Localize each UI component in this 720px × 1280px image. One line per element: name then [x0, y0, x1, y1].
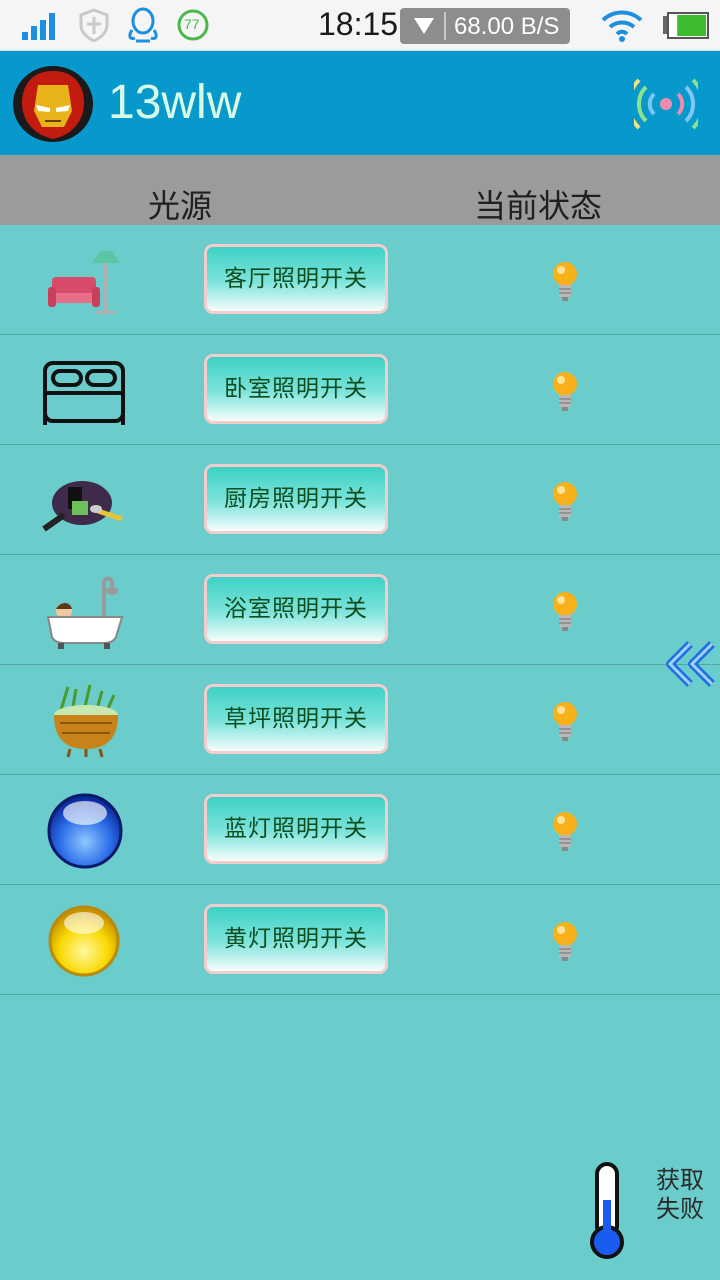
net-speed-value: 68.00 B/S — [454, 13, 560, 40]
bedroom-light-toggle-button[interactable]: 卧室照明开关 — [204, 354, 388, 424]
badge-count: 77 — [184, 16, 200, 32]
qq-icon — [128, 7, 158, 43]
temperature-status-line1: 获取 — [656, 1166, 704, 1194]
bulb-icon — [553, 592, 577, 631]
column-source-label: 光源 — [148, 187, 213, 225]
light-row-kitchen: 厨房照明开关 — [0, 445, 720, 555]
yellow-light-icon — [48, 905, 120, 977]
app-header: 13wlw — [0, 51, 720, 155]
light-row-yellow-lamp: 黄灯照明开关 — [0, 885, 720, 995]
kitchen-pan-icon — [42, 481, 123, 532]
living-room-sofa-icon — [48, 251, 120, 314]
bathroom-light-toggle-button[interactable]: 浴室照明开关 — [204, 574, 388, 644]
column-header: 光源 当前状态 — [0, 155, 720, 225]
bulb-icon — [553, 262, 577, 301]
battery-icon — [663, 12, 709, 39]
divider — [444, 12, 446, 40]
blue-lamp-light-toggle-button[interactable]: 蓝灯照明开关 — [204, 794, 388, 864]
light-row-living-room: 客厅照明开关 — [0, 225, 720, 335]
wifi-icon — [601, 10, 643, 42]
bulb-icon — [553, 372, 577, 411]
living-room-light-toggle-button[interactable]: 客厅照明开关 — [204, 244, 388, 314]
column-status-label: 当前状态 — [474, 187, 603, 225]
light-row-bathroom: 浴室照明开关 — [0, 555, 720, 665]
light-row-lawn: 草坪照明开关 — [0, 665, 720, 775]
thermometer-icon — [590, 1162, 624, 1259]
ironman-avatar-icon[interactable] — [12, 65, 94, 143]
bulb-icon — [553, 702, 577, 741]
bulb-icon — [553, 482, 577, 521]
signal-icon — [22, 13, 55, 40]
lawn-light-toggle-button[interactable]: 草坪照明开关 — [204, 684, 388, 754]
shield-icon — [79, 8, 109, 42]
bulb-icon — [553, 922, 577, 961]
temperature-status: 获取 失败 — [652, 1166, 708, 1224]
download-icon — [414, 18, 434, 34]
clock: 18:15 — [318, 6, 399, 42]
double-chevron-left-icon[interactable] — [664, 640, 718, 688]
blue-light-icon — [47, 793, 123, 869]
light-row-bedroom: 卧室照明开关 — [0, 335, 720, 445]
light-row-blue-lamp: 蓝灯照明开关 — [0, 775, 720, 885]
kitchen-light-toggle-button[interactable]: 厨房照明开关 — [204, 464, 388, 534]
net-speed-indicator: 68.00 B/S — [400, 8, 570, 44]
yellow-lamp-light-toggle-button[interactable]: 黄灯照明开关 — [204, 904, 388, 974]
signal-waves-icon[interactable] — [634, 73, 698, 135]
status-bar: 77 18:15 68.00 B/S — [0, 0, 720, 51]
app-title: 13wlw — [108, 76, 242, 129]
bulb-icon — [553, 812, 577, 851]
temperature-status-line2: 失败 — [656, 1195, 704, 1223]
bathtub-icon — [46, 576, 124, 649]
grass-basket-icon — [54, 684, 118, 758]
bed-icon — [43, 361, 125, 425]
